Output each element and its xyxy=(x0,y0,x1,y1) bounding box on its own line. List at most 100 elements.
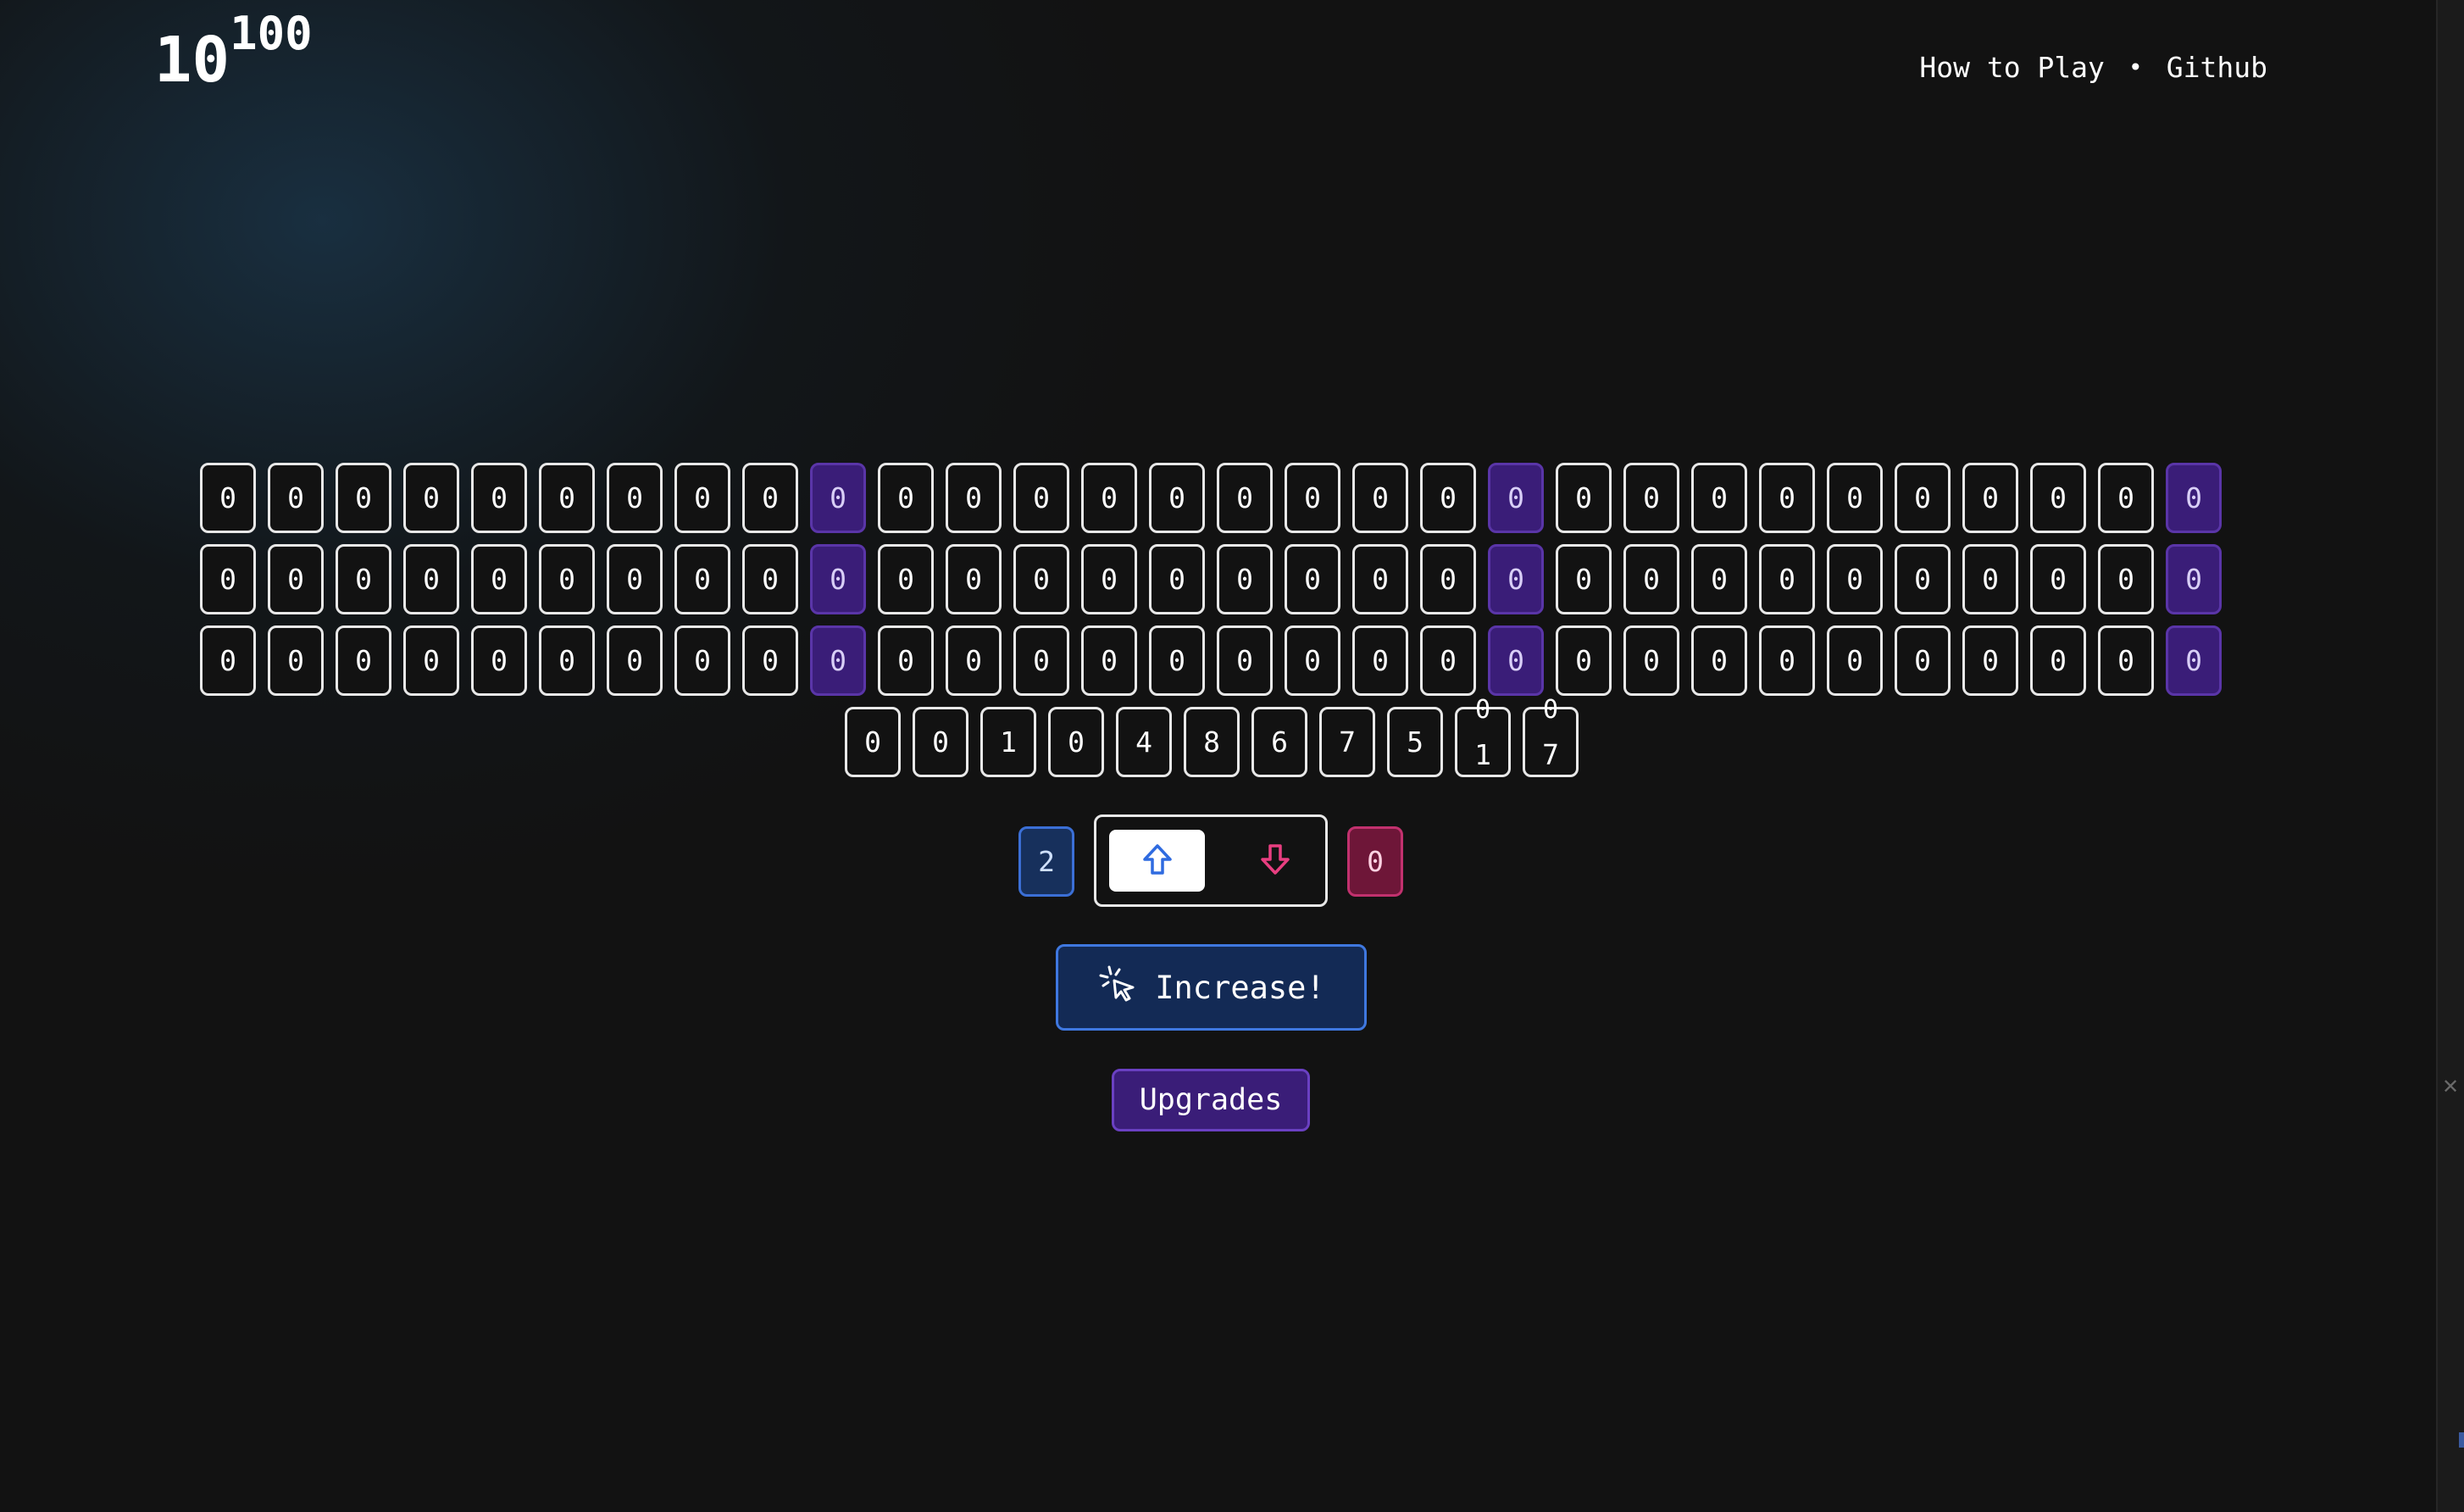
digit-cell: 0 xyxy=(1013,463,1069,533)
digit-cell: 0 xyxy=(1827,463,1883,533)
digit-cell: 0 xyxy=(403,463,459,533)
digit-cell: 0 xyxy=(200,625,256,696)
digit-cell: 0 xyxy=(674,625,730,696)
digit-cell: 0 xyxy=(2098,544,2154,614)
digit-cell: 07 xyxy=(1523,698,1579,777)
digit-cell: 0 xyxy=(674,463,730,533)
digit-cell: 0 xyxy=(810,625,866,696)
digit-cell: 0 xyxy=(403,625,459,696)
digit-cell: 0 xyxy=(336,463,391,533)
direction-up-button[interactable] xyxy=(1109,830,1205,892)
increase-label: Increase! xyxy=(1155,969,1325,1006)
close-icon[interactable]: ✕ xyxy=(2439,1075,2462,1098)
digit-cell: 0 xyxy=(1556,463,1612,533)
digit-cell: 0 xyxy=(1827,625,1883,696)
digit-cell: 0 xyxy=(268,544,324,614)
digit-cell: 0 xyxy=(1217,463,1273,533)
digit-cell: 0 xyxy=(539,625,595,696)
digit-cell: 0 xyxy=(1556,544,1612,614)
digit-cell: 0 xyxy=(1827,544,1883,614)
digit-cell: 0 xyxy=(471,544,527,614)
digit-cell: 8 xyxy=(1184,707,1240,777)
digit-cell: 0 xyxy=(810,544,866,614)
digit-cell: 0 xyxy=(878,544,934,614)
digit-cell: 0 xyxy=(336,625,391,696)
digit-cell: 0 xyxy=(539,463,595,533)
digit-cell: 0 xyxy=(845,707,901,777)
digit-cell: 0 xyxy=(2098,463,2154,533)
digit-cell: 0 xyxy=(2166,463,2222,533)
digit-cell: 0 xyxy=(1081,544,1137,614)
direction-toggle[interactable] xyxy=(1094,814,1328,907)
digit-cell: 0 xyxy=(200,544,256,614)
digit-cell: 0 xyxy=(2030,544,2086,614)
digit-cell: 0 xyxy=(1081,625,1137,696)
digit-cell: 0 xyxy=(607,463,663,533)
digit-cell: 0 xyxy=(1759,544,1815,614)
digit-cell: 0 xyxy=(1759,625,1815,696)
digit-cell: 0 xyxy=(1352,463,1408,533)
digit-cell: 0 xyxy=(200,463,256,533)
digit-cell: 0 xyxy=(1217,625,1273,696)
rolling-digit-main: 7 xyxy=(1542,738,1559,771)
rolling-digit-peek: 0 xyxy=(1542,695,1559,725)
digit-cell: 0 xyxy=(2166,544,2222,614)
digit-cell: 0 xyxy=(946,625,1002,696)
digit-cell: 0 xyxy=(1352,625,1408,696)
digit-cell: 7 xyxy=(1319,707,1375,777)
digit-cell: 0 xyxy=(1081,463,1137,533)
digit-cell: 0 xyxy=(946,544,1002,614)
digit-cell: 0 xyxy=(1691,463,1747,533)
digit-cell: 0 xyxy=(268,625,324,696)
digit-cell: 4 xyxy=(1116,707,1172,777)
digit-cell: 0 xyxy=(913,707,968,777)
digit-cell: 0 xyxy=(1895,625,1951,696)
digit-cell: 0 xyxy=(2030,463,2086,533)
digit-cell: 0 xyxy=(1013,544,1069,614)
upgrades-button[interactable]: Upgrades xyxy=(1112,1069,1310,1131)
rolling-digit-main: 1 xyxy=(1474,738,1491,771)
scroll-marker xyxy=(2459,1432,2464,1448)
digit-cell: 0 xyxy=(2166,625,2222,696)
digit-cell: 0 xyxy=(1895,544,1951,614)
increase-button[interactable]: Increase! xyxy=(1056,944,1367,1031)
vertical-scrollbar[interactable] xyxy=(2436,0,2464,1512)
direction-down-button[interactable] xyxy=(1227,830,1323,892)
game-page: 10100 How to Play • Github 0000000000000… xyxy=(0,0,2464,1512)
digit-cell: 0 xyxy=(1488,625,1544,696)
digit-grid: 0000000000000000000000000000000000000000… xyxy=(0,0,2436,1512)
digit-cell: 0 xyxy=(878,463,934,533)
digit-cell: 0 xyxy=(1048,707,1104,777)
arrow-up-icon xyxy=(1141,842,1174,880)
digit-cell: 0 xyxy=(810,463,866,533)
digit-cell: 0 xyxy=(539,544,595,614)
rolling-digit-peek: 0 xyxy=(1474,695,1491,725)
digit-cell: 0 xyxy=(268,463,324,533)
digit-cell: 0 xyxy=(1013,625,1069,696)
digit-cell: 0 xyxy=(1488,463,1544,533)
digit-cell: 0 xyxy=(1420,463,1476,533)
digit-cell: 0 xyxy=(1691,625,1747,696)
digit-cell: 0 xyxy=(1285,544,1340,614)
digit-cell: 0 xyxy=(742,544,798,614)
digit-cell: 0 xyxy=(471,625,527,696)
digit-cell: 0 xyxy=(1149,625,1205,696)
digit-cell: 0 xyxy=(471,463,527,533)
digit-cell: 0 xyxy=(1962,544,2018,614)
digit-cell: 0 xyxy=(1149,463,1205,533)
digit-cell: 0 xyxy=(1962,625,2018,696)
increase-count-badge: 2 xyxy=(1018,826,1074,897)
digit-cell: 0 xyxy=(1759,463,1815,533)
digit-cell: 0 xyxy=(2098,625,2154,696)
digit-cell: 0 xyxy=(1420,625,1476,696)
digit-cell: 0 xyxy=(1556,625,1612,696)
digit-cell: 0 xyxy=(1420,544,1476,614)
digit-cell: 0 xyxy=(403,544,459,614)
digit-cell: 0 xyxy=(1691,544,1747,614)
arrow-down-icon xyxy=(1259,842,1291,880)
digit-cell: 0 xyxy=(742,625,798,696)
digit-cell: 0 xyxy=(1352,544,1408,614)
digit-cell: 0 xyxy=(1623,463,1679,533)
digit-cell: 0 xyxy=(1149,544,1205,614)
digit-cell: 0 xyxy=(2030,625,2086,696)
